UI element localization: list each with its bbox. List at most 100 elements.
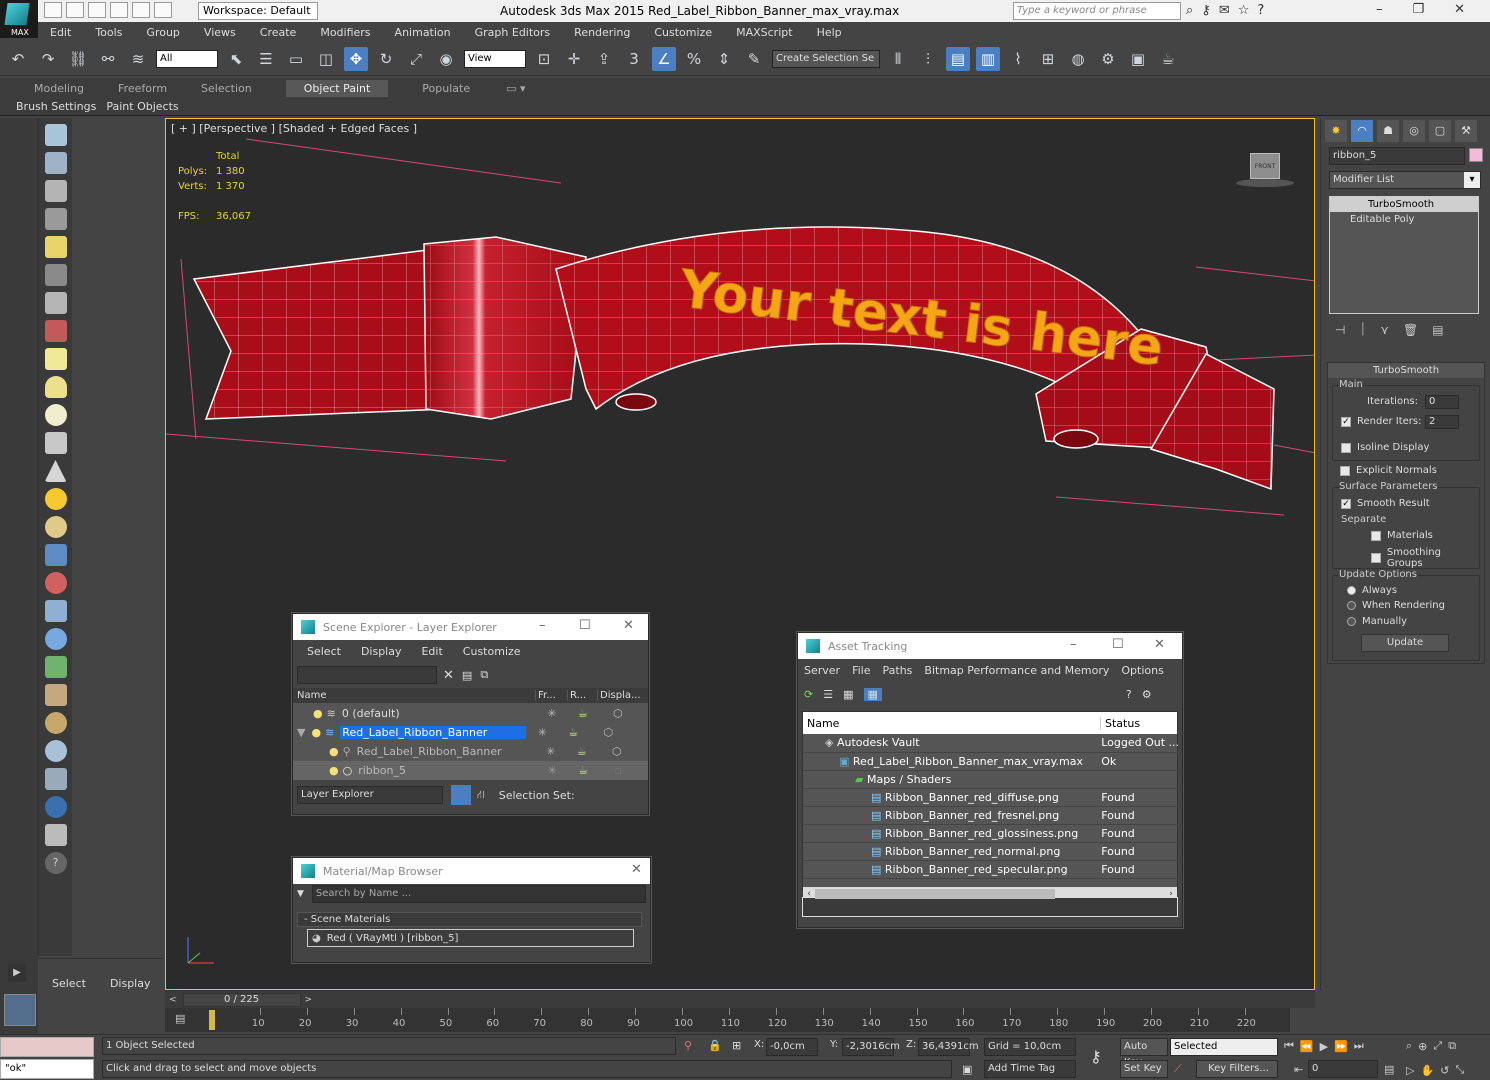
box-icon[interactable] bbox=[44, 348, 67, 370]
select-and-scale-icon[interactable]: ⤢ bbox=[404, 47, 428, 71]
freeze-icon[interactable]: ✳ bbox=[535, 745, 567, 758]
key-mode-toggle-icon[interactable]: ⇤ bbox=[1294, 1063, 1303, 1076]
unlink-icon[interactable]: ⚯ bbox=[96, 47, 120, 71]
absolute-mode-icon[interactable]: ⊞ bbox=[732, 1039, 741, 1052]
rollout-title[interactable]: TurboSmooth bbox=[1328, 363, 1484, 378]
undo-icon[interactable] bbox=[110, 2, 128, 18]
select-by-name-icon[interactable]: ☰ bbox=[254, 47, 278, 71]
table-row[interactable]: ▤ Ribbon_Banner_red_specular.png Found bbox=[803, 860, 1179, 879]
material-browser-titlebar[interactable]: Material/Map Browser ✕ bbox=[293, 858, 650, 884]
hierarchy-tab-icon[interactable]: ☗ bbox=[1377, 120, 1399, 142]
scrollbar-thumb[interactable] bbox=[815, 888, 1055, 899]
communication-center-icon[interactable]: ✉ bbox=[1219, 3, 1230, 18]
light-bulb-icon[interactable]: ● bbox=[313, 707, 323, 720]
half-sphere-icon[interactable] bbox=[44, 292, 67, 314]
column-name[interactable]: Name bbox=[803, 716, 1101, 730]
tab-freeform[interactable]: Freeform bbox=[118, 82, 167, 95]
next-frame-icon[interactable]: > bbox=[305, 995, 313, 1005]
menu-maxscript[interactable]: MAXScript bbox=[736, 26, 792, 39]
column-frozen[interactable]: Fr... bbox=[535, 690, 567, 701]
table-view-icon[interactable]: ▦ bbox=[863, 687, 882, 701]
iterations-spinner[interactable]: 0 bbox=[1425, 395, 1459, 409]
menu-edit[interactable]: Edit bbox=[50, 26, 71, 39]
add-time-tag-button[interactable]: Add Time Tag bbox=[984, 1060, 1076, 1078]
frame-ruler[interactable]: ▤ 10 20 30 40 50 60 70 80 90 100 110 120 130 140 150 16… bbox=[165, 1008, 1290, 1032]
maxscript-listener-white[interactable]: "ok" bbox=[0, 1059, 94, 1079]
open-file-icon[interactable] bbox=[66, 2, 84, 18]
spinner-snap-icon[interactable]: ⇕ bbox=[712, 47, 736, 71]
minimize-icon[interactable]: – bbox=[1376, 2, 1383, 17]
helper-icon[interactable] bbox=[44, 600, 67, 622]
tab-select[interactable]: Select bbox=[52, 977, 86, 990]
auto-key-button[interactable]: Auto Key bbox=[1120, 1038, 1168, 1068]
menu-rendering[interactable]: Rendering bbox=[574, 26, 630, 39]
app-logo[interactable]: MAX bbox=[0, 0, 38, 38]
render-teapot-icon[interactable]: ☕ bbox=[567, 745, 597, 758]
close-icon[interactable]: ✕ bbox=[1154, 637, 1165, 652]
pivot-center-icon[interactable]: ⊡ bbox=[532, 47, 556, 71]
material-link-icon[interactable] bbox=[44, 768, 67, 790]
display-tab-icon[interactable]: ▢ bbox=[1429, 120, 1451, 142]
favorites-star-icon[interactable]: ☆ bbox=[1238, 3, 1250, 18]
table-row[interactable]: ▤ Ribbon_Banner_red_diffuse.png Found bbox=[803, 788, 1179, 807]
thumbnail-view-icon[interactable]: ▦ bbox=[843, 688, 853, 701]
menu-views[interactable]: Views bbox=[204, 26, 236, 39]
curve-editor-icon[interactable]: ⌇ bbox=[1006, 47, 1030, 71]
manually-radio[interactable] bbox=[1347, 617, 1356, 626]
set-key-icon[interactable]: ⚷ bbox=[1090, 1047, 1102, 1066]
dynamics-icon[interactable] bbox=[44, 572, 67, 594]
close-icon[interactable]: ✕ bbox=[1454, 2, 1465, 17]
create-tab-icon[interactable]: ✸ bbox=[1325, 120, 1347, 142]
pin-stack-icon[interactable]: ⊣ bbox=[1335, 323, 1345, 337]
command-panel-swatch[interactable] bbox=[4, 994, 36, 1026]
select-and-move-icon[interactable]: ✥ bbox=[344, 46, 368, 71]
binoculars-icon[interactable]: ⌕ bbox=[1186, 3, 1193, 18]
menu-create[interactable]: Create bbox=[260, 26, 297, 39]
document-icon[interactable] bbox=[44, 824, 67, 846]
undo-icon[interactable]: ↶ bbox=[6, 47, 30, 71]
help-icon[interactable]: ? bbox=[1257, 3, 1264, 18]
tab-populate[interactable]: Populate bbox=[422, 82, 470, 95]
maxscript-listener-pink[interactable] bbox=[0, 1037, 94, 1057]
render-teapot-icon[interactable]: ☕ bbox=[568, 764, 598, 777]
tab-modeling[interactable]: Modeling bbox=[34, 82, 84, 95]
tab-selection[interactable]: Selection bbox=[201, 82, 252, 95]
object-color-swatch[interactable] bbox=[1469, 148, 1483, 162]
freeze-icon[interactable]: ✳ bbox=[536, 764, 568, 777]
camera-icon[interactable] bbox=[44, 264, 67, 286]
schematic-view-icon[interactable]: ⊞ bbox=[1036, 47, 1060, 71]
render-iters-spinner[interactable]: 2 bbox=[1425, 415, 1459, 429]
menu-graph-editors[interactable]: Graph Editors bbox=[475, 26, 551, 39]
freeze-icon[interactable]: ✳ bbox=[526, 726, 558, 739]
configure-modifier-sets-icon[interactable]: ▤ bbox=[1432, 323, 1443, 337]
column-renderable[interactable]: R... bbox=[567, 690, 597, 701]
create-layer-icon[interactable]: ▤ bbox=[462, 669, 472, 682]
material-search-input[interactable]: Search by Name ... bbox=[311, 885, 646, 903]
remove-modifier-icon[interactable]: 🗑 bbox=[1403, 323, 1418, 337]
menu-options[interactable]: Options bbox=[1121, 664, 1163, 677]
key-filter-pen-icon[interactable]: ⟋ bbox=[1174, 1062, 1182, 1076]
asset-path-field[interactable] bbox=[802, 897, 1178, 917]
selection-lock-icon[interactable]: 🔒 bbox=[708, 1039, 722, 1052]
object-name-field[interactable]: ribbon_5 bbox=[1329, 147, 1465, 165]
stack-item-editable-poly[interactable]: Editable Poly bbox=[1330, 212, 1478, 227]
render-iters-checkbox[interactable] bbox=[1341, 416, 1351, 427]
list-item[interactable]: ● ≋ 0 (default) ✳ ☕ ⬡ bbox=[293, 704, 648, 723]
column-display[interactable]: Displa... bbox=[597, 690, 645, 701]
menu-display[interactable]: Display bbox=[361, 645, 402, 658]
menu-bitmap-performance[interactable]: Bitmap Performance and Memory bbox=[924, 664, 1109, 677]
y-coordinate-field[interactable]: -2,3016cm bbox=[842, 1038, 900, 1056]
list-item[interactable]: ● ⚲ Red_Label_Ribbon_Banner ✳ ☕ ⬡ bbox=[293, 742, 648, 761]
isolate-pin-icon[interactable]: ⚲ bbox=[684, 1039, 692, 1052]
light-bulb-icon[interactable]: ● bbox=[329, 764, 339, 777]
table-row[interactable]: ▣ Red_Label_Ribbon_Banner_max_vray.max O… bbox=[803, 752, 1179, 771]
go-to-end-icon[interactable]: ⏭ bbox=[1354, 1039, 1364, 1053]
next-key-icon[interactable]: ⏩ bbox=[1334, 1040, 1348, 1053]
pan-icon[interactable]: ✋ bbox=[1420, 1064, 1434, 1077]
redo-icon[interactable]: ↷ bbox=[36, 47, 60, 71]
teapot-outline-icon[interactable] bbox=[44, 432, 67, 454]
key-icon[interactable]: ⚷ bbox=[1201, 3, 1211, 18]
dome-icon[interactable] bbox=[44, 376, 67, 398]
previous-frame-icon[interactable]: < bbox=[169, 995, 177, 1005]
keyword-search-input[interactable]: Type a keyword or phrase bbox=[1013, 2, 1181, 20]
